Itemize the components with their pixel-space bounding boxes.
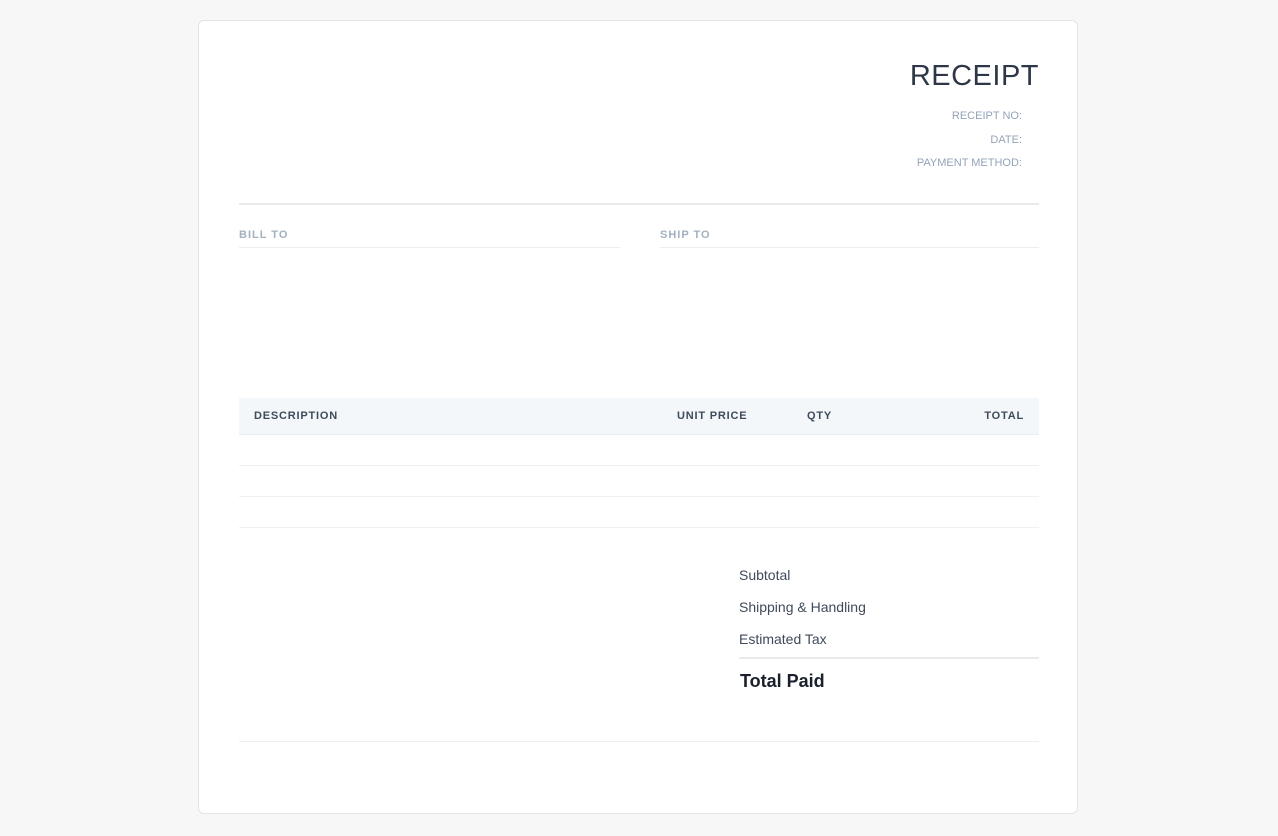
table-row [239, 435, 1039, 466]
column-description: DESCRIPTION [254, 410, 338, 422]
subtotal-label: Subtotal [739, 567, 791, 583]
line-items-table: DESCRIPTION UNIT PRICE QTY TOTAL [239, 398, 1039, 528]
ship-to-section: SHIP TO [660, 229, 1039, 248]
column-total: TOTAL [984, 410, 1024, 422]
receipt-meta: RECEIPT NO: DATE: PAYMENT METHOD: [917, 109, 1022, 180]
column-qty: QTY [807, 410, 833, 422]
receipt-number-label: RECEIPT NO: [951, 110, 1022, 122]
totals-section: Subtotal Shipping & Handling Estimated T… [739, 561, 1039, 692]
table-header: DESCRIPTION UNIT PRICE QTY TOTAL [239, 398, 1039, 435]
tax-label: Estimated Tax [739, 631, 827, 647]
shipping-label: Shipping & Handling [739, 599, 866, 615]
bill-to-label: BILL TO [239, 229, 620, 248]
totals-divider [739, 657, 1039, 659]
header-divider [239, 203, 1039, 205]
ship-to-label: SHIP TO [660, 229, 1039, 248]
receipt-sheet: RECEIPT RECEIPT NO: DATE: PAYMENT METHOD… [198, 20, 1078, 814]
table-row [239, 466, 1039, 497]
column-unit-price: UNIT PRICE [677, 410, 748, 422]
footer-divider [239, 741, 1039, 742]
total-paid-label: Total Paid [740, 671, 825, 691]
receipt-title: RECEIPT [909, 60, 1039, 92]
table-row [239, 497, 1039, 528]
bill-to-section: BILL TO [239, 229, 620, 248]
date-label: DATE: [990, 133, 1022, 146]
payment-method-label: PAYMENT METHOD: [916, 157, 1022, 169]
